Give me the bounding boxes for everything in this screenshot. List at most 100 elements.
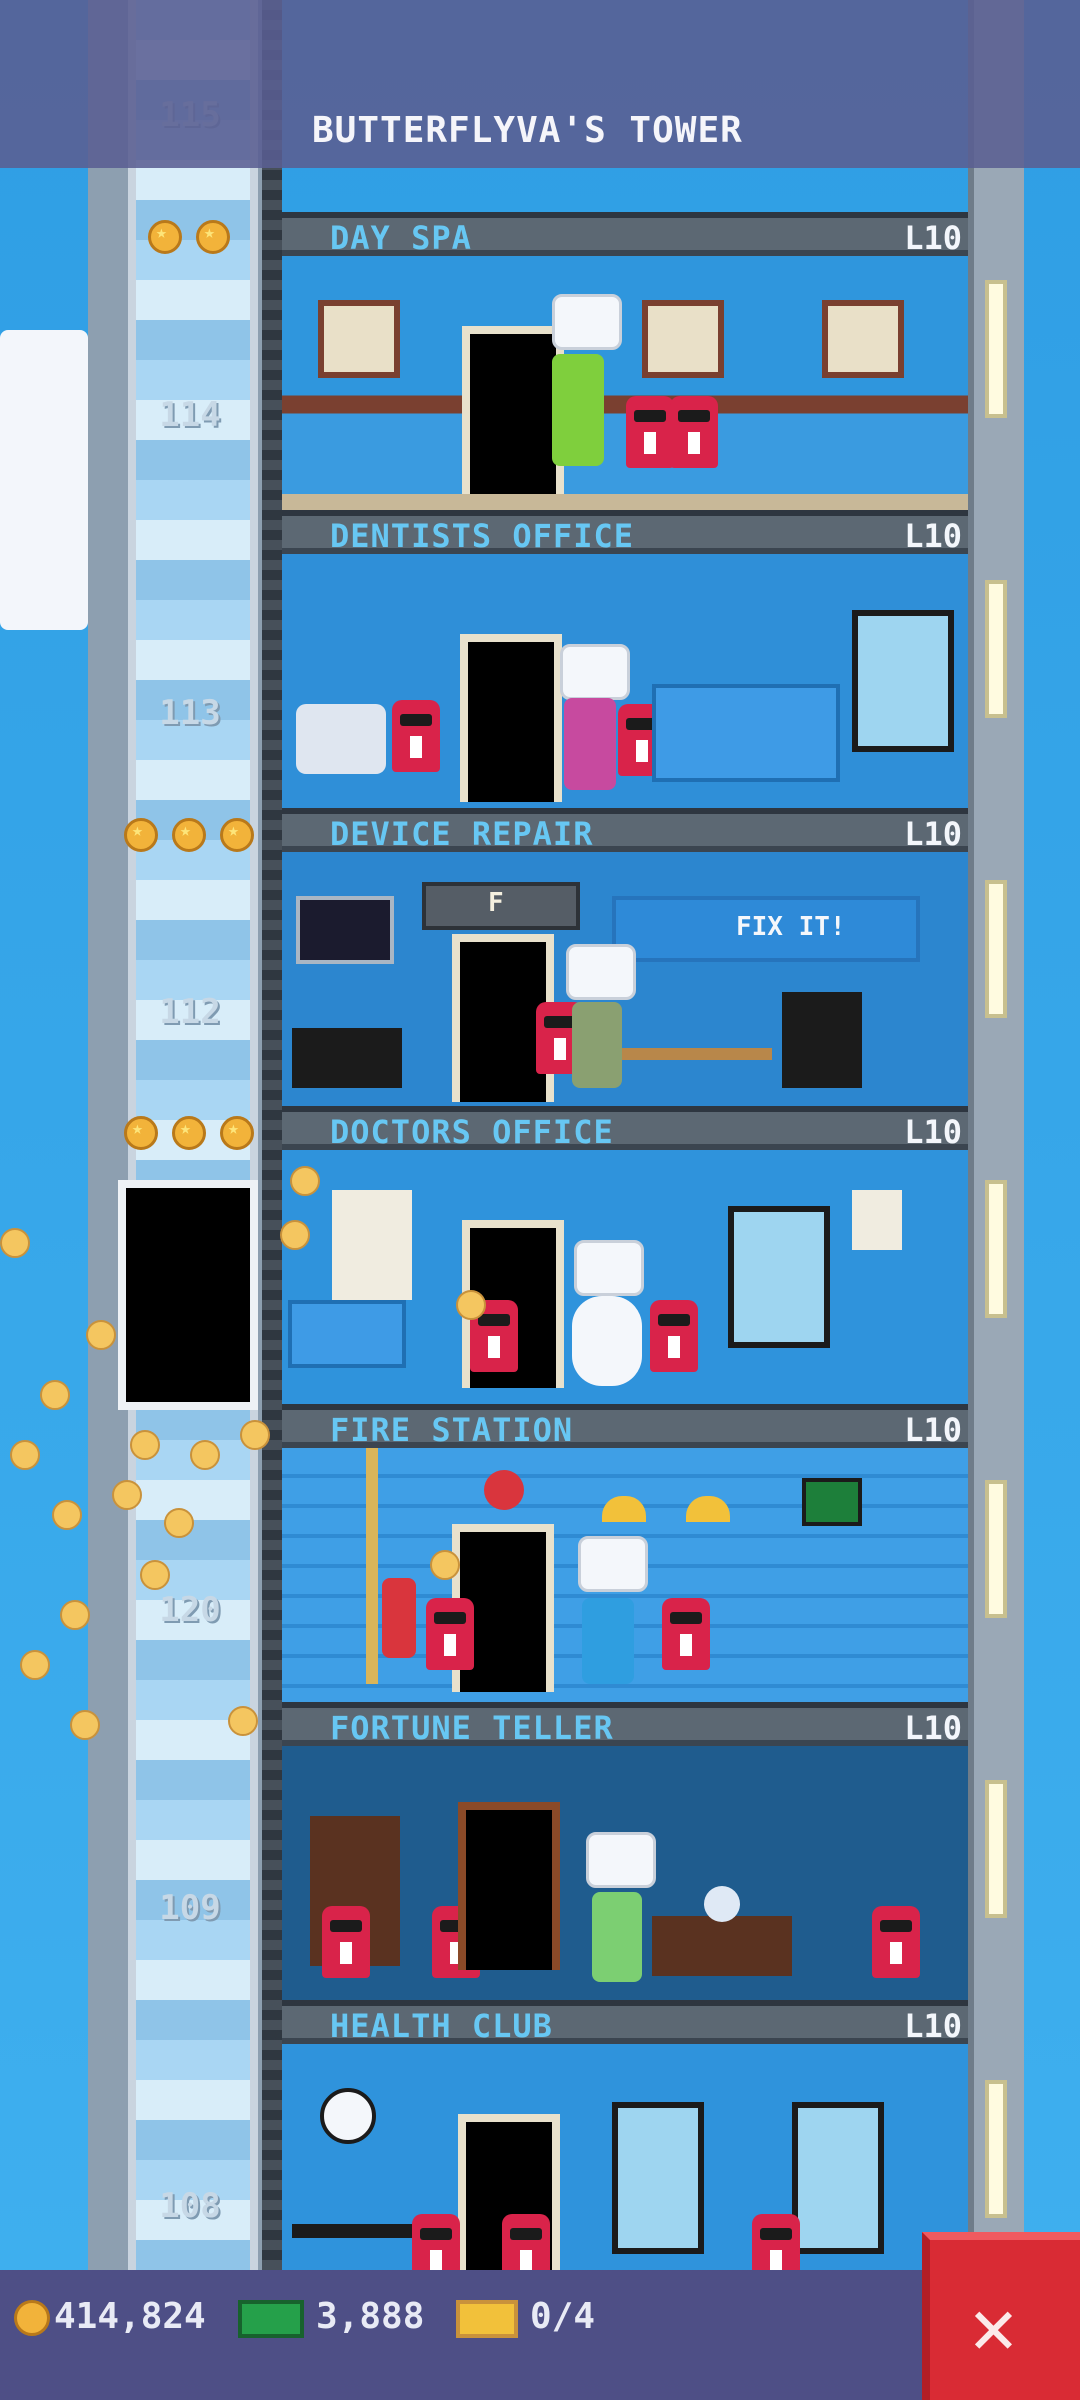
red-ranger-npc: [662, 1598, 710, 1670]
flying-coin: [456, 1290, 486, 1320]
picture-frame: [642, 300, 724, 378]
floor-number: 120: [159, 1590, 221, 1630]
floor-name: FIRE STATION: [330, 1411, 574, 1449]
flying-coin: [164, 1508, 194, 1538]
elevator-car[interactable]: [118, 1180, 258, 1410]
red-ranger-npc: [426, 1598, 474, 1670]
window-light: [985, 280, 1007, 418]
floor-day-spa[interactable]: DAY SPA L10: [282, 212, 968, 510]
star-coin-icon[interactable]: [124, 1116, 158, 1150]
star-coin-icon[interactable]: [196, 220, 230, 254]
red-ranger-npc: [670, 396, 718, 468]
crystal-ball-table: [652, 1916, 792, 1976]
barbell: [292, 2224, 432, 2238]
floor-number: 108: [159, 2186, 221, 2226]
close-button[interactable]: ✕: [922, 2232, 1080, 2400]
floor-level: L10: [904, 1113, 962, 1151]
snowman-bitizen: [572, 1296, 642, 1386]
star-coin-icon[interactable]: [220, 818, 254, 852]
window-light: [985, 1480, 1007, 1618]
flying-coin: [190, 1440, 220, 1470]
flying-coin: [112, 1480, 142, 1510]
bitizen: [552, 354, 604, 466]
flying-coin: [240, 1420, 270, 1450]
floor-label: DOCTORS OFFICE L10: [282, 1106, 968, 1151]
anatomy-poster: [332, 1190, 412, 1300]
floor-level: L10: [904, 1709, 962, 1747]
red-ranger-npc: [650, 1300, 698, 1372]
cabinet: [288, 1300, 406, 1368]
bitizen: [572, 1002, 622, 1088]
floor-number: 109: [159, 1888, 221, 1928]
floor-health-club[interactable]: HEALTH CLUB L10: [282, 2000, 968, 2298]
star-coin-icon[interactable]: [172, 818, 206, 852]
door-sign-letter: F: [488, 888, 504, 918]
star-coin-icon[interactable]: [172, 1116, 206, 1150]
room-interior: [282, 554, 968, 808]
floor-fire-station[interactable]: FIRE STATION L10: [282, 1404, 968, 1702]
heart-monitor-screen: [296, 896, 394, 964]
fire-helmet: [686, 1496, 730, 1522]
room-interior: [282, 2044, 968, 2298]
bitizen: [592, 1892, 642, 1982]
floor-dentists-office[interactable]: DENTISTS OFFICE L10: [282, 510, 968, 808]
flying-coin: [10, 1440, 40, 1470]
flying-coin: [70, 1710, 100, 1740]
star-coin-icon[interactable]: [124, 818, 158, 852]
floor-number: 114: [159, 395, 221, 435]
heart-poster: [852, 1190, 902, 1250]
floor-label: DENTISTS OFFICE L10: [282, 510, 968, 555]
bux-count: 3,888: [316, 2296, 425, 2337]
star-coin-icon[interactable]: [148, 220, 182, 254]
fire-helmet: [602, 1496, 646, 1522]
flying-coin: [52, 1500, 82, 1530]
flying-coin: [86, 1320, 116, 1350]
thought-bubble: [566, 944, 636, 1000]
red-ranger-npc: [322, 1906, 370, 1978]
tickets-count: 0/4: [530, 2296, 596, 2337]
red-ranger-npc: [872, 1906, 920, 1978]
floor-level: L10: [904, 815, 962, 853]
floor-strip: [282, 494, 968, 510]
flying-coin: [40, 1380, 70, 1410]
shop-sign-text: FIX IT!: [736, 912, 846, 942]
flying-coin: [228, 1706, 258, 1736]
coins-count: 414,824: [54, 2296, 206, 2337]
floor-device-repair[interactable]: DEVICE REPAIR L10 F FIX IT!: [282, 808, 968, 1106]
gym-window: [792, 2102, 884, 2254]
thought-bubble: [586, 1832, 656, 1888]
wall-clock: [320, 2088, 376, 2144]
star-coin-icon[interactable]: [220, 1116, 254, 1150]
window-light: [985, 580, 1007, 718]
flying-coin: [20, 1650, 50, 1680]
tower-title: BUTTERFLYVA'S TOWER: [312, 110, 743, 151]
coin-icon: [14, 2300, 50, 2336]
room-door[interactable]: [460, 634, 562, 802]
floor-name: DENTISTS OFFICE: [330, 517, 634, 555]
room-door[interactable]: [462, 326, 564, 494]
status-monitor: [802, 1478, 862, 1526]
floor-number: 112: [159, 992, 221, 1032]
close-icon: ✕: [970, 2282, 1017, 2372]
window-light: [985, 1180, 1007, 1318]
flying-coin: [130, 1430, 160, 1460]
thought-bubble: [552, 294, 622, 350]
dentist-chair: [296, 704, 386, 774]
fire-extinguisher: [382, 1578, 416, 1658]
floor-level: L10: [904, 219, 962, 257]
window-light: [985, 2080, 1007, 2218]
fire-pole: [366, 1448, 378, 1684]
floor-name: DOCTORS OFFICE: [330, 1113, 614, 1151]
floor-doctors-office[interactable]: DOCTORS OFFICE L10: [282, 1106, 968, 1404]
floor-label: DAY SPA L10: [282, 212, 968, 257]
cloud: [0, 330, 88, 630]
x-ray-window: [852, 610, 954, 752]
flying-coin: [60, 1600, 90, 1630]
floor-fortune-teller[interactable]: FORTUNE TELLER L10: [282, 1702, 968, 2000]
room-door[interactable]: [458, 1802, 560, 1970]
flying-coin: [0, 1228, 30, 1258]
golden-ticket-icon: [456, 2300, 518, 2338]
room-interior: [282, 1746, 968, 2000]
thought-bubble: [578, 1536, 648, 1592]
elevator-rail: [262, 0, 282, 2270]
